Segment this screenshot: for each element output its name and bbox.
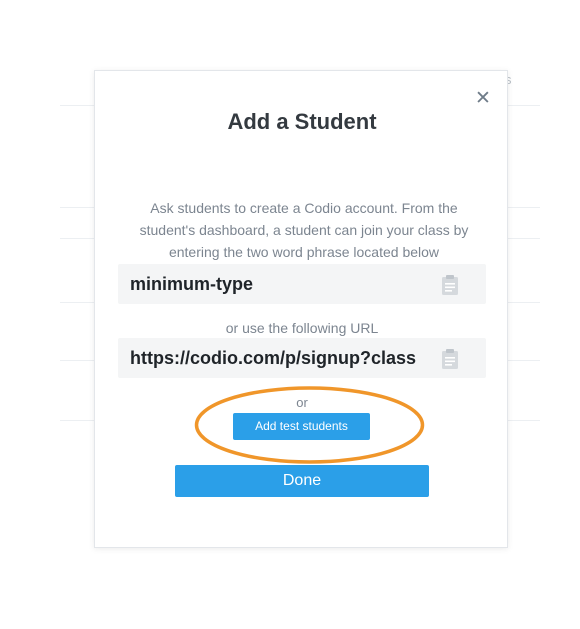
close-icon[interactable]: ✕ [474, 89, 492, 109]
modal-title: Add a Student [227, 109, 377, 134]
url-label: or use the following URL [225, 320, 379, 336]
phrase-value[interactable]: minimum-type [130, 264, 430, 304]
done-button[interactable]: Done [175, 465, 429, 497]
clipboard-icon[interactable] [440, 348, 460, 370]
clipboard-icon[interactable] [440, 274, 460, 296]
signup-url-field[interactable]: https://codio.com/p/signup?class [118, 338, 486, 378]
signup-url-value[interactable]: https://codio.com/p/signup?class [130, 338, 426, 378]
add-student-modal: ✕ Add a Student Ask students to create a… [94, 70, 508, 548]
highlight-annotation [194, 386, 425, 464]
instructions-text: Ask students to create a Codio account. … [139, 200, 469, 260]
phrase-field[interactable]: minimum-type [118, 264, 486, 304]
